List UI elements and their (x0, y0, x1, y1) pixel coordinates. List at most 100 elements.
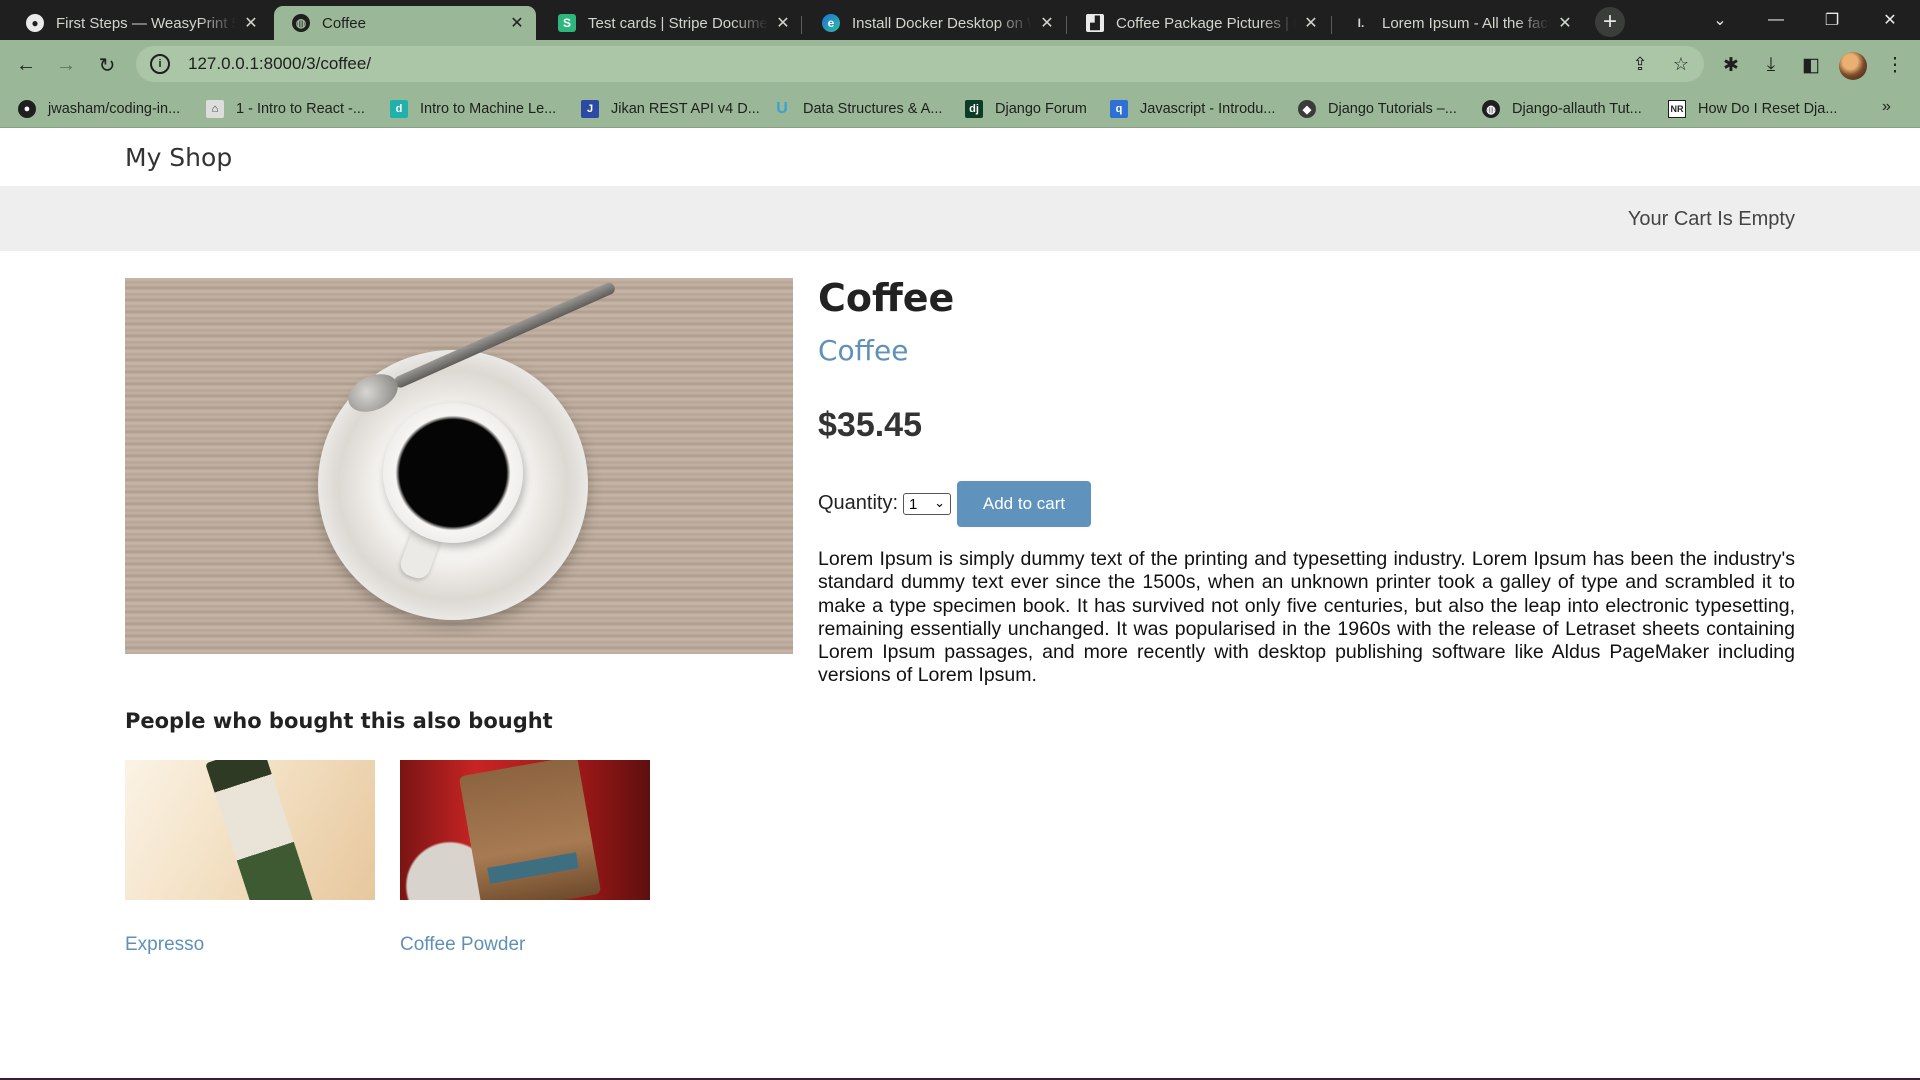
chevron-down-icon: ⌄ (934, 495, 945, 510)
close-window-button[interactable]: ✕ (1862, 0, 1918, 40)
avatar[interactable] (1839, 52, 1867, 80)
restore-button[interactable]: ❐ (1804, 0, 1860, 40)
building-icon: ⌂ (206, 100, 224, 118)
recommendation-link[interactable]: Expresso (125, 934, 204, 956)
back-button[interactable]: ← (10, 49, 42, 81)
tab-loremipsum[interactable]: I. Lorem Ipsum - All the facts ✕ (1334, 6, 1584, 40)
tab-title: Test cards | Stripe Documen (588, 14, 768, 32)
bookmark-label: How Do I Reset Dja... (1698, 101, 1838, 117)
bookmark-item[interactable]: J Jikan REST API v4 D... (581, 99, 760, 119)
nr-icon: NR (1668, 100, 1686, 118)
new-tab-button[interactable]: + (1595, 7, 1625, 37)
coffee-cup-shape (383, 403, 523, 543)
url-text[interactable]: 127.0.0.1:8000/3/coffee/ (188, 54, 371, 74)
bookmark-item[interactable]: NR How Do I Reset Dja... (1668, 99, 1837, 119)
recommendation-item: Coffee Powder (400, 760, 650, 955)
share-icon[interactable]: ⇪ (1629, 53, 1651, 75)
arrow-right-icon: → (56, 53, 76, 76)
star-icon[interactable]: ☆ (1670, 53, 1692, 75)
download-icon[interactable]: ⤓ (1758, 52, 1784, 78)
forward-button[interactable]: → (50, 49, 82, 81)
bookmark-label: Django-allauth Tut... (1512, 101, 1642, 117)
add-to-cart-button[interactable]: Add to cart (957, 481, 1091, 527)
info-icon[interactable]: i (150, 54, 170, 74)
arrow-left-icon: ← (16, 53, 36, 76)
close-icon[interactable]: ✕ (1556, 14, 1574, 32)
browser-toolbar: ← → ↻ i 127.0.0.1:8000/3/coffee/ ⇪ ☆ ✱ ⤓… (0, 40, 1920, 90)
tab-strip: ● First Steps — WeasyPrint 5 ✕ ◍ Coffee … (0, 0, 1920, 40)
github-icon: ● (18, 100, 36, 118)
product-image (125, 278, 793, 654)
bookmark-label: Django Forum (995, 101, 1087, 117)
extensions-icon[interactable]: ✱ (1718, 52, 1744, 78)
page-content: My Shop Your Cart Is Empty Coffee Coffee… (0, 129, 1920, 1080)
plus-icon: + (1602, 8, 1617, 35)
q-icon: q (1110, 100, 1128, 118)
tab-weasyprint[interactable]: ● First Steps — WeasyPrint 5 ✕ (8, 6, 270, 40)
close-icon[interactable]: ✕ (1302, 14, 1320, 32)
bookmark-item[interactable]: ◆ Django Tutorials –... (1298, 99, 1457, 119)
bookmark-item[interactable]: dj Django Forum (965, 99, 1087, 119)
github-icon: ● (26, 14, 44, 32)
bookmark-label: Django Tutorials –... (1328, 101, 1457, 117)
bookmark-label: jwasham/coding-in... (48, 101, 181, 117)
recommendations-heading: People who bought this also bought (125, 709, 553, 733)
bookmark-label: Jikan REST API v4 D... (611, 101, 760, 117)
minimize-icon: — (1768, 11, 1784, 28)
tab-divider (801, 16, 802, 34)
tab-stripe[interactable]: S Test cards | Stripe Documen ✕ (540, 6, 802, 40)
tab-divider (1066, 16, 1067, 34)
quantity-select[interactable]: 1 ⌄ (903, 493, 951, 515)
espresso-package-shape (205, 760, 315, 900)
side-panel-icon[interactable]: ◧ (1798, 52, 1824, 78)
close-icon[interactable]: ✕ (774, 14, 792, 32)
menu-icon[interactable]: ⋮ (1882, 52, 1908, 78)
close-icon[interactable]: ✕ (1038, 14, 1056, 32)
tab-title: Coffee (322, 14, 366, 32)
globe-icon: ◍ (1482, 100, 1500, 118)
bookmark-item[interactable]: ● jwasham/coding-in... (18, 99, 180, 119)
tab-docker[interactable]: e Install Docker Desktop on W ✕ (804, 6, 1066, 40)
close-icon: ✕ (1883, 12, 1897, 29)
d-icon: d (390, 100, 408, 118)
cart-status: Your Cart Is Empty (1627, 208, 1795, 230)
site-header: My Shop (0, 129, 1920, 186)
chevron-double-right-icon[interactable]: » (1882, 98, 1891, 116)
globe-icon: ◍ (292, 14, 310, 32)
reload-button[interactable]: ↻ (91, 49, 123, 81)
minimize-button[interactable]: — (1748, 0, 1804, 40)
product-title: Coffee (818, 276, 955, 320)
bookmark-item[interactable]: ⌂ 1 - Intro to React -... (206, 99, 365, 119)
bookmark-item[interactable]: q Javascript - Introdu... (1110, 99, 1275, 119)
product-category-link[interactable]: Coffee (818, 334, 908, 367)
python-icon: ◆ (1298, 100, 1316, 118)
bookmark-item[interactable]: d Intro to Machine Le... (390, 99, 556, 119)
recommendation-item: Expresso (125, 760, 375, 955)
bookmarks-bar: ● jwasham/coding-in... ⌂ 1 - Intro to Re… (0, 90, 1920, 128)
unsplash-icon: ▟ (1086, 14, 1104, 32)
restore-icon: ❐ (1824, 12, 1840, 29)
tab-unsplash[interactable]: ▟ Coffee Package Pictures | D ✕ (1068, 6, 1330, 40)
reload-icon: ↻ (98, 54, 116, 77)
close-icon[interactable]: ✕ (242, 14, 260, 32)
recommendation-image[interactable] (125, 760, 375, 900)
tab-search-button[interactable]: ⌄ (1692, 0, 1748, 40)
close-icon[interactable]: ✕ (508, 14, 526, 32)
bookmark-item[interactable]: U Data Structures & A... (773, 99, 942, 119)
quantity-label: Quantity: (818, 492, 899, 514)
quantity-value: 1 (909, 495, 918, 513)
bookmark-label: Javascript - Introdu... (1140, 101, 1276, 117)
bookmark-item[interactable]: ◍ Django-allauth Tut... (1482, 99, 1642, 119)
chevron-down-icon: ⌄ (1713, 12, 1727, 29)
site-title[interactable]: My Shop (125, 143, 232, 172)
tab-title: First Steps — WeasyPrint 5 (56, 14, 236, 32)
cart-bar: Your Cart Is Empty (0, 186, 1920, 251)
bookmark-label: Intro to Machine Le... (420, 101, 557, 117)
j-icon: J (581, 100, 599, 118)
udemy-icon: U (776, 100, 788, 117)
address-bar[interactable]: i 127.0.0.1:8000/3/coffee/ ⇪ ☆ (136, 46, 1704, 82)
recommendation-link[interactable]: Coffee Powder (400, 934, 525, 956)
coffee-bag-shape (458, 760, 602, 900)
recommendation-image[interactable] (400, 760, 650, 900)
tab-coffee[interactable]: ◍ Coffee ✕ (274, 6, 536, 40)
